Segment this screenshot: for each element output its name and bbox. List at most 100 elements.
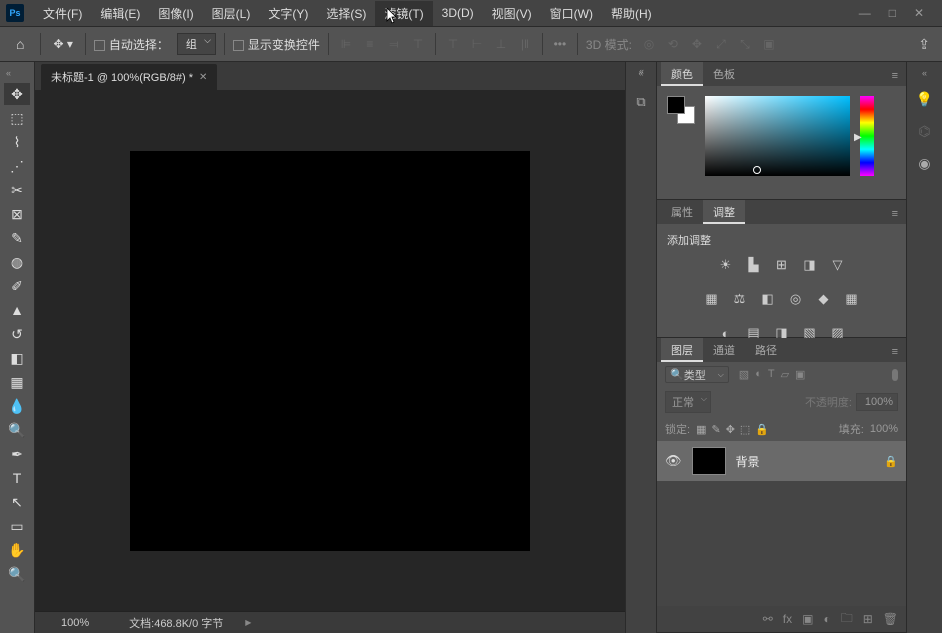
lock-artboard-icon[interactable]: ⬚ (740, 423, 750, 436)
swatches-tab[interactable]: 色板 (703, 62, 745, 86)
filter-toggle[interactable] (892, 369, 898, 381)
channels-tab[interactable]: 通道 (703, 338, 745, 362)
3d-roll-icon[interactable]: ⟲ (664, 35, 682, 53)
quick-select-tool[interactable]: ⋰ (4, 155, 30, 177)
dist-center-v-icon[interactable]: ⊢ (468, 35, 486, 53)
foreground-color[interactable] (667, 96, 685, 114)
expand-right-icon[interactable]: « (922, 68, 927, 78)
layer-name[interactable]: 背景 (736, 453, 875, 470)
filter-adjust-icon[interactable]: ◐ (755, 368, 762, 381)
color-field[interactable] (705, 96, 850, 176)
lasso-tool[interactable]: ⌇ (4, 131, 30, 153)
bw-icon[interactable]: ◧ (759, 290, 777, 308)
lock-position-icon[interactable]: ✥ (726, 423, 735, 436)
window-maximize-icon[interactable]: □ (889, 6, 896, 20)
history-brush-tool[interactable]: ↺ (4, 323, 30, 345)
3d-orbit-icon[interactable]: ◎ (640, 35, 658, 53)
zoom-tool[interactable]: 🔍 (4, 563, 30, 585)
3d-scale-icon[interactable]: ⤡ (736, 35, 754, 53)
blend-mode-dropdown[interactable]: 正常 (665, 391, 711, 413)
menu-help[interactable]: 帮助(H) (602, 1, 661, 26)
filter-type-icon[interactable]: T (768, 368, 775, 381)
align-center-h-icon[interactable]: ≡ (361, 35, 379, 53)
lock-all-icon[interactable]: 🔒 (755, 423, 769, 436)
learn-panel-icon[interactable]: 💡 (914, 88, 936, 110)
filter-pixel-icon[interactable]: ▧ (739, 368, 749, 381)
3d-camera-icon[interactable]: ▣ (760, 35, 778, 53)
opacity-input[interactable]: 100% (856, 393, 898, 411)
gradient-tool[interactable]: ▦ (4, 371, 30, 393)
channel-mixer-icon[interactable]: ◆ (815, 290, 833, 308)
menu-view[interactable]: 视图(V) (483, 1, 541, 26)
more-options-icon[interactable]: ••• (551, 35, 569, 53)
brightness-icon[interactable]: ☀ (717, 256, 735, 274)
auto-select-dropdown[interactable]: 组 (177, 33, 216, 55)
menu-image[interactable]: 图像(I) (149, 1, 202, 26)
props-panel-menu-icon[interactable]: ≡ (884, 204, 906, 224)
lock-pixels-icon[interactable]: ✎ (711, 423, 720, 436)
dist-spacing-icon[interactable]: |‖ (516, 35, 534, 53)
adjustments-tab[interactable]: 调整 (703, 200, 745, 224)
new-fill-icon[interactable]: ◐ (823, 612, 830, 626)
color-balance-icon[interactable]: ⚖ (731, 290, 749, 308)
lock-transparent-icon[interactable]: ▦ (696, 423, 706, 436)
home-button[interactable]: ⌂ (8, 32, 32, 56)
menu-filter[interactable]: 滤镜(T) (375, 1, 432, 26)
collapse-panels-icon[interactable]: « (639, 66, 644, 76)
marquee-tool[interactable]: ⬚ (4, 107, 30, 129)
path-select-tool[interactable]: ↖ (4, 491, 30, 513)
shape-tool[interactable]: ▭ (4, 515, 30, 537)
layer-visibility-icon[interactable]: 👁 (665, 453, 682, 469)
collapse-tools-icon[interactable]: « (0, 68, 11, 78)
align-left-icon[interactable]: ⊫ (337, 35, 355, 53)
eraser-tool[interactable]: ◧ (4, 347, 30, 369)
history-panel-icon[interactable]: ⧉ (629, 90, 653, 114)
align-top-icon[interactable]: ⊤ (409, 35, 427, 53)
properties-tab[interactable]: 属性 (661, 200, 703, 224)
vibrance-icon[interactable]: ▽ (829, 256, 847, 274)
pen-tool[interactable]: ✒ (4, 443, 30, 465)
show-transform-checkbox[interactable]: 显示变换控件 (233, 36, 320, 53)
healing-tool[interactable]: ◍ (4, 251, 30, 273)
cc-libraries-icon[interactable]: ◉ (914, 152, 936, 174)
dist-top-icon[interactable]: ⊤ (444, 35, 462, 53)
filter-shape-icon[interactable]: ▱ (781, 368, 789, 381)
window-close-icon[interactable]: ✕ (914, 6, 924, 20)
new-group-icon[interactable]: 🗀 (841, 609, 853, 630)
fill-input[interactable]: 100% (870, 423, 898, 435)
filter-smart-icon[interactable]: ▣ (795, 368, 805, 381)
crop-tool[interactable]: ✂ (4, 179, 30, 201)
menu-type[interactable]: 文字(Y) (259, 1, 317, 26)
zoom-level[interactable]: 100% (43, 615, 107, 631)
menu-layer[interactable]: 图层(L) (203, 1, 260, 26)
layer-filter-input[interactable] (684, 369, 718, 381)
delete-layer-icon[interactable]: 🗑 (883, 612, 898, 626)
hue-sat-icon[interactable]: ▦ (703, 290, 721, 308)
blur-tool[interactable]: 💧 (4, 395, 30, 417)
3d-slide-icon[interactable]: ⤢ (712, 35, 730, 53)
close-tab-icon[interactable]: ✕ (199, 72, 207, 83)
move-tool-icon[interactable]: ✥ ▾ (49, 35, 76, 53)
auto-select-checkbox[interactable]: 自动选择： (94, 36, 169, 53)
paths-tab[interactable]: 路径 (745, 338, 787, 362)
layer-thumbnail[interactable] (692, 447, 726, 475)
document-canvas[interactable] (130, 151, 530, 551)
levels-icon[interactable]: ▙ (745, 256, 763, 274)
new-layer-icon[interactable]: ⊞ (863, 612, 873, 626)
color-tab[interactable]: 颜色 (661, 62, 703, 86)
layer-filter-search[interactable]: 🔍 ⌵ (665, 366, 729, 383)
menu-file[interactable]: 文件(F) (34, 1, 91, 26)
exposure-icon[interactable]: ◨ (801, 256, 819, 274)
menu-3d[interactable]: 3D(D) (433, 2, 483, 24)
dist-bottom-icon[interactable]: ⊥ (492, 35, 510, 53)
hue-slider[interactable]: ▶ (860, 96, 874, 176)
3d-pan-icon[interactable]: ✥ (688, 35, 706, 53)
layer-mask-icon[interactable]: ▣ (802, 612, 813, 626)
layer-item[interactable]: 👁 背景 🔒 (657, 441, 906, 481)
document-info[interactable]: 文档:468.8K/0 字节 (121, 613, 231, 633)
hand-tool[interactable]: ✋ (4, 539, 30, 561)
fg-bg-swatch[interactable] (667, 96, 695, 124)
window-minimize-icon[interactable]: — (859, 6, 871, 20)
layer-style-icon[interactable]: fx (783, 612, 792, 626)
menu-window[interactable]: 窗口(W) (541, 1, 602, 26)
